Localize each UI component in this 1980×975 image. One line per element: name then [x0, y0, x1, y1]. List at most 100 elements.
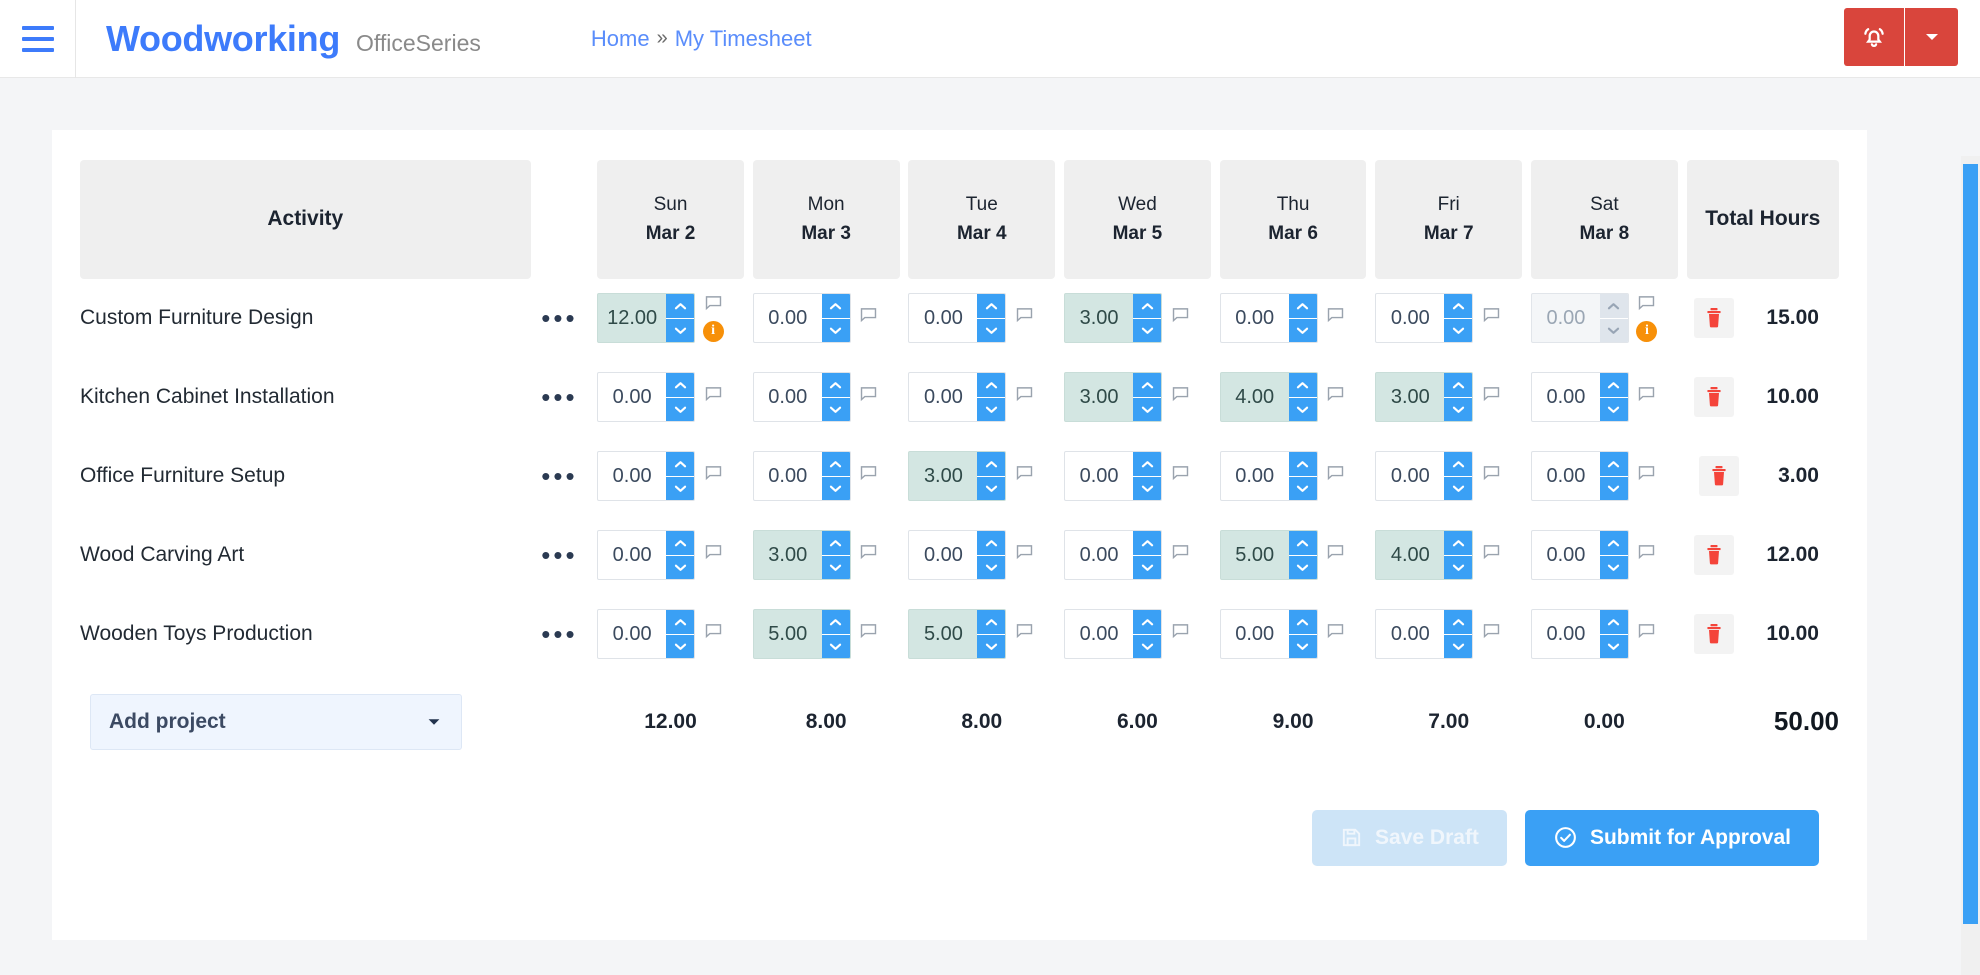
comment-icon[interactable]: [1482, 544, 1501, 566]
hours-input[interactable]: 3.00: [1064, 372, 1163, 423]
stepper-up-icon[interactable]: [1444, 610, 1473, 634]
delete-row-button[interactable]: [1693, 535, 1734, 576]
hours-input[interactable]: 0.00: [597, 530, 696, 581]
hours-input[interactable]: 0.00: [752, 451, 851, 502]
stepper-down-icon[interactable]: [977, 633, 1006, 659]
comment-icon[interactable]: [1326, 544, 1345, 566]
row-menu-ellipsis-icon[interactable]: •••: [531, 358, 589, 437]
stepper-down-icon[interactable]: [666, 633, 695, 659]
scrollbar-thumb[interactable]: [1963, 164, 1978, 924]
hours-input[interactable]: 0.00: [752, 293, 851, 344]
stepper-up-icon[interactable]: [1599, 373, 1628, 397]
comment-icon[interactable]: [859, 465, 878, 487]
stepper-down-icon[interactable]: [666, 396, 695, 422]
stepper-up-icon[interactable]: [1599, 452, 1628, 476]
stepper-up-icon[interactable]: [1288, 610, 1317, 634]
hours-input[interactable]: 0.00: [908, 530, 1007, 581]
stepper-down-icon[interactable]: [1444, 475, 1473, 501]
comment-icon[interactable]: [1171, 386, 1190, 408]
hours-input[interactable]: 0.00: [1530, 530, 1629, 581]
stepper-down-icon[interactable]: [821, 475, 850, 501]
stepper-down-icon[interactable]: [1288, 554, 1317, 580]
stepper-up-icon[interactable]: [821, 531, 850, 555]
stepper-down-icon[interactable]: [1444, 554, 1473, 580]
page-scrollbar[interactable]: [1961, 156, 1980, 975]
alarm-dropdown-button[interactable]: [1904, 8, 1958, 66]
stepper-down-icon[interactable]: [1599, 475, 1628, 501]
hours-input[interactable]: 0.00: [1530, 451, 1629, 502]
delete-row-button[interactable]: [1693, 298, 1734, 339]
comment-icon[interactable]: [859, 544, 878, 566]
comment-icon[interactable]: [1637, 544, 1656, 566]
comment-icon[interactable]: [704, 623, 723, 645]
hours-input[interactable]: 3.00: [1375, 372, 1474, 423]
comment-icon[interactable]: [859, 623, 878, 645]
stepper-up-icon[interactable]: [1133, 373, 1162, 397]
stepper-up-icon[interactable]: [666, 452, 695, 476]
hours-input[interactable]: 0.00: [1375, 293, 1474, 344]
stepper-up-icon[interactable]: [1288, 452, 1317, 476]
stepper-up-icon[interactable]: [977, 373, 1006, 397]
hours-input[interactable]: 0.00: [1530, 609, 1629, 660]
stepper-up-icon[interactable]: [1444, 531, 1473, 555]
hours-input[interactable]: 0.00: [908, 293, 1007, 344]
row-menu-ellipsis-icon[interactable]: •••: [531, 516, 589, 595]
stepper-down-icon[interactable]: [666, 554, 695, 580]
row-menu-ellipsis-icon[interactable]: •••: [531, 279, 589, 358]
hours-input[interactable]: 0.00: [1064, 451, 1163, 502]
row-menu-ellipsis-icon[interactable]: •••: [531, 595, 589, 674]
stepper-up-icon[interactable]: [821, 373, 850, 397]
comment-icon[interactable]: [1637, 295, 1656, 317]
comment-icon[interactable]: [1015, 623, 1034, 645]
hours-input[interactable]: 0.00: [1375, 609, 1474, 660]
stepper-down-icon[interactable]: [666, 317, 695, 343]
hours-input[interactable]: 5.00: [1219, 530, 1318, 581]
stepper-down-icon[interactable]: [1288, 317, 1317, 343]
hours-input[interactable]: 0.00: [597, 372, 696, 423]
hours-input[interactable]: 3.00: [908, 451, 1007, 502]
comment-icon[interactable]: [1015, 386, 1034, 408]
hours-input[interactable]: 0.00: [597, 609, 696, 660]
stepper-up-icon[interactable]: [1444, 294, 1473, 318]
stepper-up-icon[interactable]: [821, 610, 850, 634]
comment-icon[interactable]: [1637, 623, 1656, 645]
hours-input[interactable]: 0.00: [597, 451, 696, 502]
stepper-down-icon[interactable]: [1599, 554, 1628, 580]
stepper-down-icon[interactable]: [1444, 633, 1473, 659]
comment-icon[interactable]: [1326, 307, 1345, 329]
stepper-down-icon[interactable]: [821, 554, 850, 580]
comment-icon[interactable]: [1171, 623, 1190, 645]
hours-input[interactable]: 12.00: [597, 293, 696, 344]
comment-icon[interactable]: [704, 465, 723, 487]
stepper-up-icon[interactable]: [666, 294, 695, 318]
submit-approval-button[interactable]: Submit for Approval: [1524, 809, 1819, 866]
stepper-down-icon[interactable]: [1133, 554, 1162, 580]
stepper-up-icon[interactable]: [1288, 294, 1317, 318]
stepper-up-icon[interactable]: [1133, 294, 1162, 318]
stepper-down-icon[interactable]: [1444, 396, 1473, 422]
stepper-down-icon[interactable]: [1288, 396, 1317, 422]
stepper-down-icon[interactable]: [1599, 396, 1628, 422]
row-menu-ellipsis-icon[interactable]: •••: [531, 437, 589, 516]
hours-input[interactable]: 4.00: [1375, 530, 1474, 581]
stepper-up-icon[interactable]: [1599, 531, 1628, 555]
add-project-dropdown[interactable]: Add project: [90, 693, 462, 750]
stepper-down-icon[interactable]: [1133, 396, 1162, 422]
hours-input[interactable]: 5.00: [908, 609, 1007, 660]
stepper-down-icon[interactable]: [977, 396, 1006, 422]
hours-input[interactable]: 0.00: [752, 372, 851, 423]
comment-icon[interactable]: [1482, 623, 1501, 645]
stepper-up-icon[interactable]: [666, 610, 695, 634]
hours-input[interactable]: 0.00: [1219, 609, 1318, 660]
stepper-up-icon[interactable]: [666, 373, 695, 397]
info-badge-icon[interactable]: i: [702, 320, 724, 342]
stepper-down-icon[interactable]: [977, 317, 1006, 343]
stepper-up-icon[interactable]: [977, 294, 1006, 318]
stepper-up-icon[interactable]: [1444, 452, 1473, 476]
comment-icon[interactable]: [704, 544, 723, 566]
delete-row-button[interactable]: [1693, 614, 1734, 655]
hamburger-menu-icon[interactable]: [0, 0, 76, 78]
comment-icon[interactable]: [1326, 386, 1345, 408]
stepper-up-icon[interactable]: [821, 452, 850, 476]
stepper-down-icon[interactable]: [1288, 475, 1317, 501]
